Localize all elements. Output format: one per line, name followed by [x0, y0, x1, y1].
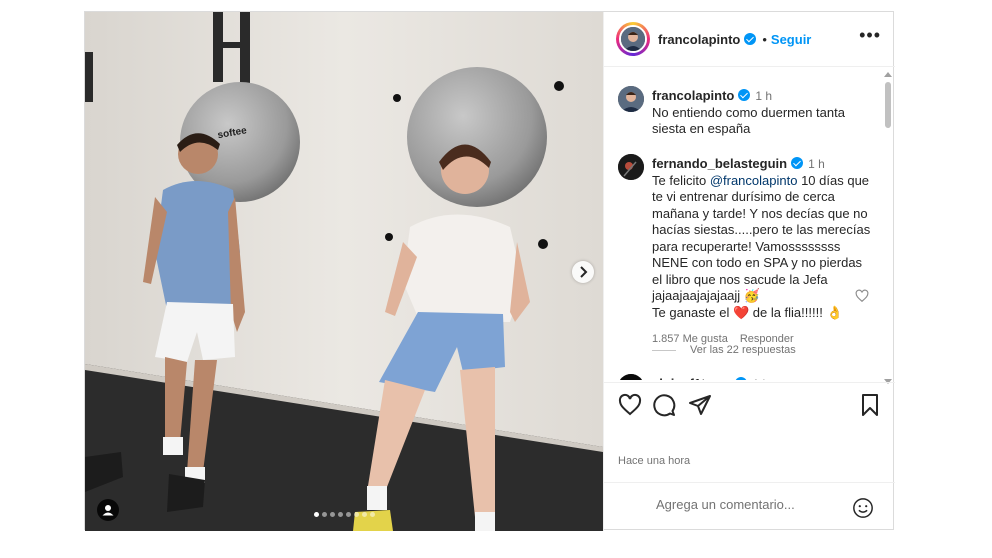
commenter-avatar[interactable]	[618, 374, 644, 380]
save-bookmark-icon[interactable]	[858, 393, 882, 417]
comment-username[interactable]: fernando_belasteguin	[652, 156, 787, 171]
follow-button[interactable]: Seguir	[771, 32, 811, 47]
comment-text-rest: 10 días que te vi entrenar durísimo de c…	[652, 172, 871, 304]
separator-dot: •	[762, 31, 767, 47]
avatar-image	[618, 86, 644, 112]
comment-text: No entiendo como duermen tanta siesta en…	[652, 104, 845, 137]
scroll-up-arrow-icon[interactable]	[884, 72, 892, 77]
comments-list[interactable]: francolapinto 1 h No entiendo como duerme…	[604, 68, 895, 380]
person-icon	[102, 505, 114, 516]
emoji-icon[interactable]	[852, 497, 874, 519]
post-actions-bar	[604, 382, 895, 420]
comment-text-prefix: Te felicito	[652, 172, 710, 188]
author-username[interactable]: francolapinto	[658, 32, 740, 47]
comment-time: 1 h	[752, 377, 769, 380]
carousel-dot	[313, 512, 319, 517]
verified-badge-icon	[735, 377, 748, 380]
like-heart-icon[interactable]	[618, 393, 642, 417]
carousel-dot	[321, 512, 327, 517]
post-side-panel: francolapinto • Seguir ••• francolapinto…	[603, 12, 895, 531]
comment-mention-link[interactable]: @francolapinto	[710, 173, 798, 188]
carousel-dot	[345, 512, 351, 517]
carousel-dot	[353, 512, 359, 517]
like-comment-heart-icon[interactable]	[855, 289, 869, 303]
verified-badge-icon	[744, 33, 757, 45]
carousel-dot	[361, 512, 367, 517]
comment-username[interactable]: alpinef1team	[652, 376, 731, 380]
share-paper-plane-icon[interactable]	[688, 393, 712, 417]
comment-text-last: Te ganaste el ❤️ de la flia!!!!!! 👌	[652, 304, 843, 320]
comment-text: Te felicito @francolapinto 10 días que t…	[652, 173, 872, 305]
carousel-dot	[369, 512, 375, 517]
comment-bubble-icon[interactable]	[652, 393, 676, 417]
verified-badge-icon	[738, 89, 751, 101]
post-timestamp: Hace una hora	[618, 455, 691, 467]
avatar-image	[621, 27, 645, 51]
avatar-image	[618, 374, 644, 380]
tagged-users-button[interactable]	[97, 499, 119, 521]
post-photo[interactable]: softee	[85, 12, 603, 531]
more-options-icon[interactable]: •••	[859, 26, 881, 44]
comment-username[interactable]: francolapinto	[652, 88, 734, 103]
carousel-indicator	[85, 512, 603, 517]
comment-time: 1 h	[755, 89, 773, 103]
next-image-button[interactable]	[572, 261, 594, 283]
author-avatar[interactable]	[619, 25, 647, 53]
avatar-image	[618, 154, 644, 180]
chevron-right-icon	[580, 266, 588, 278]
commenter-avatar[interactable]	[618, 86, 644, 112]
post-photo-illustration: softee	[85, 12, 603, 531]
view-replies-button[interactable]: Ver las 22 respuestas	[652, 344, 796, 356]
commenter-avatar[interactable]	[618, 154, 644, 180]
comment-time: 1 h	[808, 157, 825, 171]
instagram-post: softee francolapinto • Seguir ••• franco…	[84, 11, 895, 531]
comment-body: francolapinto 1 h No entiendo como duerme…	[652, 88, 872, 138]
verified-badge-icon	[791, 157, 804, 169]
author-avatar-ring[interactable]	[616, 22, 650, 56]
comment-body: fernando_belasteguin 1 h Te felicito @fra…	[652, 156, 872, 348]
scrollbar-thumb[interactable]	[885, 82, 891, 128]
carousel-dot	[329, 512, 335, 517]
post-header: francolapinto • Seguir •••	[604, 12, 895, 67]
carousel-dot	[337, 512, 343, 517]
comment-input[interactable]	[656, 497, 846, 512]
comment-body: alpinef1team 1 h	[652, 376, 872, 380]
add-comment-bar	[604, 482, 895, 531]
comments-scrollbar[interactable]	[884, 72, 892, 384]
